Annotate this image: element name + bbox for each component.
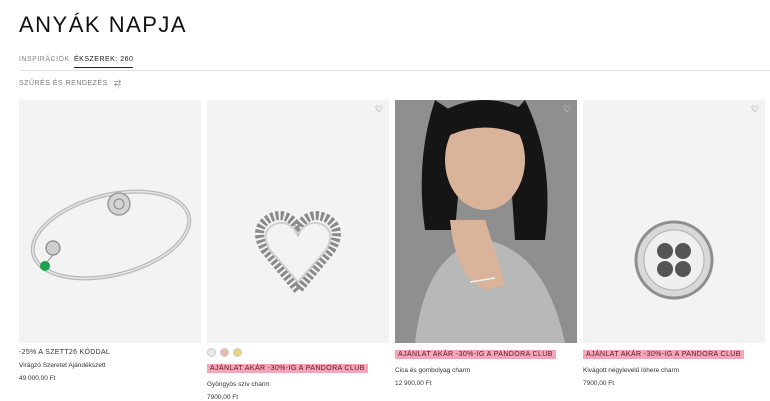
promo-badge: AJÁNLAT AKÁR -30%-IG A PANDORA CLUB (395, 350, 556, 359)
product-price: 12 900,00 Ft (395, 380, 432, 387)
wishlist-heart-icon[interactable]: ♡ (751, 104, 759, 115)
product-name[interactable]: Kivágott négylevelű lóhere charm (583, 367, 765, 374)
product-card[interactable]: ♡ AJÁNLAT AKÁR -30%-IG A PANDORA CLUB Ki… (583, 100, 765, 387)
product-name[interactable]: Virágzó Szeretet Ajándékszett (19, 362, 201, 369)
tab-bar: INSPIRÁCIÓK ÉKSZEREK: 260 (19, 52, 770, 71)
swatch-gold[interactable] (233, 348, 242, 357)
promo-label: -25% A SZETT26 KÓDDAL (19, 349, 111, 356)
product-card[interactable]: ♡ AJÁNLAT AKÁR -30%-IG A PANDORA CLUB Gy… (207, 100, 389, 401)
bracelet-illustration (30, 189, 192, 281)
product-price: 7900,00 Ft (583, 380, 615, 387)
product-price: 49 000,00 Ft (19, 375, 56, 382)
tab-jewelry[interactable]: ÉKSZEREK: 260 (74, 56, 134, 68)
product-name[interactable]: Gyöngyös szív charm (207, 381, 389, 388)
promo-badge: AJÁNLAT AKÁR -30%-IG A PANDORA CLUB (207, 364, 368, 373)
wishlist-heart-icon[interactable]: ♡ (563, 104, 571, 115)
filter-sort-button[interactable]: SZŰRÉS ÉS RENDEZÉS ⇄ (19, 78, 122, 89)
filter-label: SZŰRÉS ÉS RENDEZÉS (19, 80, 108, 87)
heart-charm-illustration (255, 211, 341, 298)
tab-inspirations[interactable]: INSPIRÁCIÓK (19, 56, 70, 67)
promo-badge: AJÁNLAT AKÁR -30%-IG A PANDORA CLUB (583, 350, 744, 359)
page-title: ANYÁK NAPJA (19, 12, 188, 37)
product-card[interactable]: ♡ AJÁNLAT AKÁR -30%-IG A PANDORA CLUB Ci… (395, 100, 577, 387)
product-image[interactable]: ♡ (395, 100, 577, 343)
wishlist-heart-icon[interactable]: ♡ (375, 104, 383, 115)
product-image[interactable] (19, 100, 201, 343)
divider (118, 80, 119, 89)
swatch-rose[interactable] (220, 348, 229, 357)
color-swatches (207, 348, 389, 357)
product-image[interactable]: ♡ (583, 100, 765, 343)
model-photo-illustration (395, 100, 577, 343)
swatch-silver[interactable] (207, 348, 216, 357)
clover-charm-illustration (634, 220, 714, 300)
product-card[interactable]: -25% A SZETT26 KÓDDAL Virágzó Szeretet A… (19, 100, 201, 382)
product-name[interactable]: Cica és gombolyag charm (395, 367, 577, 374)
product-image[interactable]: ♡ (207, 100, 389, 343)
